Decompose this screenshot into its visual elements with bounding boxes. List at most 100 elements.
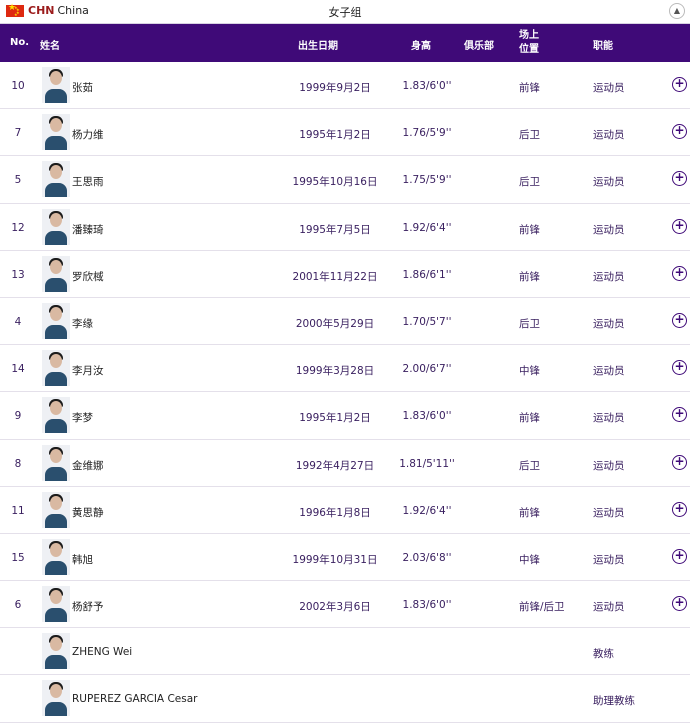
player-position: 中锋 [519,365,540,378]
player-number: 4 [14,315,22,328]
player-number: 6 [14,599,22,612]
player-position: 后卫 [519,459,540,472]
player-role: 运动员 [593,506,625,519]
player-number: 9 [14,410,22,423]
table-row[interactable]: 8 金维娜 1992年4月27日 1.81/5'11'' 后卫 运动员 + [0,440,690,487]
team-header-bar: ★ ★ ★ ★ ★ CHN China 女子组 ▲ [0,0,690,24]
expand-plus-icon[interactable]: + [672,360,687,376]
player-name: 王思雨 [72,176,104,189]
player-role: 运动员 [593,129,625,142]
avatar [42,538,70,575]
player-role: 教练 [593,648,614,661]
player-name: 李月汝 [72,365,104,378]
player-position: 前锋 [519,412,540,425]
player-number: 10 [11,80,25,92]
table-row[interactable]: 11 黄思静 1996年1月8日 1.92/6'4'' 前锋 运动员 + [0,487,690,534]
table-row[interactable]: 14 李月汝 1999年3月28日 2.00/6'7'' 中锋 运动员 + [0,345,690,393]
player-name: 黄思静 [72,506,104,519]
avatar [42,397,70,434]
roster-table-body: 10 张茹 1999年9月2日 1.83/6'0'' 前锋 运动员 +7 杨力维 1995年1月… [0,62,690,723]
expand-plus-icon[interactable]: + [672,312,687,328]
player-role: 运动员 [593,601,625,614]
avatar [42,114,70,151]
player-number: 15 [11,551,25,564]
table-row[interactable]: RUPEREZ GARCIA Cesar 助理教练 [0,675,690,723]
avatar [42,633,70,670]
player-role: 运动员 [593,459,625,472]
column-header-name: 姓名 [40,41,60,52]
table-row[interactable]: ZHENG Wei 教练 [0,628,690,676]
player-position: 后卫 [519,129,540,142]
player-name: 张茹 [72,82,93,94]
player-role: 助理教练 [593,695,635,708]
player-name: 杨舒予 [72,601,104,614]
player-name: RUPEREZ GARCIA Cesar [72,693,198,706]
column-header-no: No. [10,37,30,48]
column-header-club: 俱乐部 [464,41,494,52]
avatar [42,350,70,387]
player-name: 杨力维 [72,129,104,142]
roster-table-header: No. 姓名 出生日期 身高 俱乐部 场上 位置 职能 [0,24,690,62]
player-height: 1.83/6'0'' [402,410,452,423]
player-number: 14 [11,363,25,376]
player-height: 1.76/5'9'' [402,127,452,140]
player-height: 1.92/6'4'' [402,221,452,234]
player-height: 1.83/6'0'' [402,80,452,92]
table-row[interactable]: 15 韩旭 1999年10月31日 2.03/6'8'' 中锋 运动员 + [0,534,690,582]
player-position: 前锋 [519,270,540,283]
player-position: 前锋 [519,506,540,519]
expand-plus-icon[interactable]: + [672,548,687,564]
expand-plus-icon[interactable]: + [672,454,687,470]
column-header-height: 身高 [411,41,431,52]
expand-plus-icon[interactable]: + [672,407,687,423]
player-height: 1.92/6'4'' [402,504,452,517]
player-name: 李梦 [72,412,93,425]
avatar [42,161,70,198]
table-row[interactable]: 10 张茹 1999年9月2日 1.83/6'0'' 前锋 运动员 + [0,62,690,110]
expand-plus-icon[interactable]: + [672,218,687,234]
expand-plus-icon[interactable]: + [672,501,687,517]
table-row[interactable]: 6 杨舒予 2002年3月6日 1.83/6'0'' 前锋/后卫 运动员 + [0,581,690,629]
player-name: 罗欣棫 [72,270,104,283]
chevron-up-icon[interactable]: ▲ [669,3,685,19]
avatar [42,302,70,339]
player-role: 运动员 [593,176,625,189]
player-name: 韩旭 [72,553,93,566]
player-height: 1.86/6'1'' [402,268,452,281]
player-name: ZHENG Wei [72,646,133,659]
avatar [42,67,70,103]
player-height: 1.70/5'7'' [402,315,452,328]
column-header-position: 场上 位置 [519,29,539,57]
player-height: 1.83/6'0'' [402,599,452,612]
group-title: 女子组 [328,6,362,19]
expand-plus-icon[interactable]: + [672,124,687,140]
position-header-line1: 场上 [519,30,539,41]
avatar [42,491,70,528]
expand-plus-icon[interactable]: + [672,171,687,187]
player-role: 运动员 [593,553,625,566]
table-row[interactable]: 13 罗欣棫 2001年11月22日 1.86/6'1'' 前锋 运动员 + [0,251,690,298]
player-name: 金维娜 [72,459,104,472]
expand-plus-icon[interactable]: + [672,77,687,92]
player-position: 前锋/后卫 [519,601,565,614]
table-row[interactable]: 7 杨力维 1995年1月2日 1.76/5'9'' 后卫 运动员 + [0,109,690,157]
avatar [42,444,70,481]
table-row[interactable]: 5 王思雨 1995年10月16日 1.75/5'9'' 后卫 运动员 + [0,156,690,204]
player-position: 后卫 [519,317,540,330]
position-header-line2: 位置 [519,44,539,55]
player-number: 5 [14,174,22,187]
expand-plus-icon[interactable]: + [672,596,687,612]
player-number: 13 [11,268,25,281]
column-header-birth: 出生日期 [298,41,338,52]
table-row[interactable]: 9 李梦 1995年1月2日 1.83/6'0'' 前锋 运动员 + [0,392,690,440]
expand-plus-icon[interactable]: + [672,265,687,281]
avatar [42,586,70,623]
player-number: 11 [11,504,25,517]
table-row[interactable]: 12 潘臻琦 1995年7月5日 1.92/6'4'' 前锋 运动员 + [0,204,690,251]
player-height: 1.81/5'11'' [399,457,455,470]
player-position: 中锋 [519,553,540,566]
player-height: 2.00/6'7'' [402,363,452,376]
player-number: 12 [11,221,25,234]
player-position: 前锋 [519,223,540,236]
table-row[interactable]: 4 李缘 2000年5月29日 1.70/5'7'' 后卫 运动员 + [0,298,690,346]
